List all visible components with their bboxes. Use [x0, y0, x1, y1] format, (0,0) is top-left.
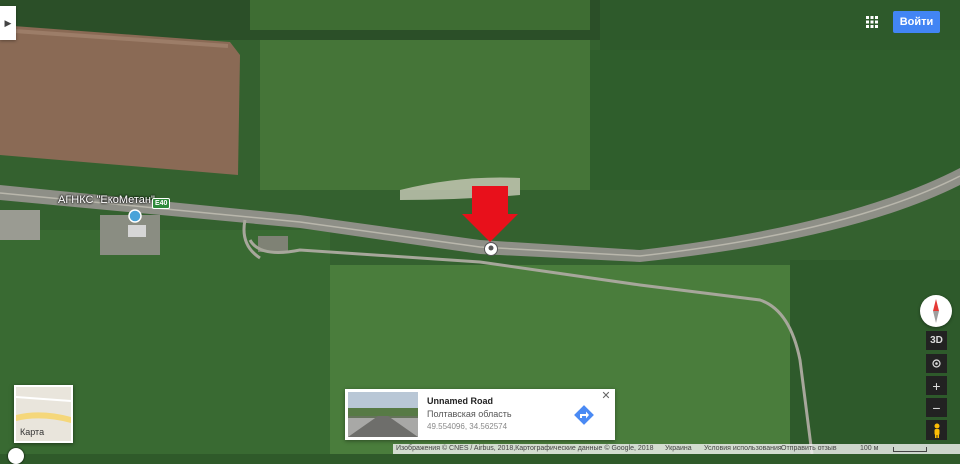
directions-icon[interactable] [573, 404, 595, 426]
expand-icon[interactable] [8, 448, 24, 464]
tilt-3d-button[interactable]: 3D [926, 331, 947, 350]
my-location-button[interactable] [926, 354, 947, 373]
terms-link[interactable]: Условия использования [704, 444, 782, 454]
place-label[interactable]: АГНКС "ЕкоМетан" [58, 194, 155, 206]
satellite-map[interactable] [0, 0, 960, 454]
my-location-icon [932, 359, 941, 368]
street-view-thumbnail[interactable] [348, 392, 418, 437]
info-card-title: Unnamed Road [427, 396, 494, 406]
poi-icon[interactable] [128, 209, 142, 223]
apps-button[interactable] [860, 11, 884, 33]
place-marker-icon[interactable] [484, 242, 498, 256]
signin-button[interactable]: Войти [893, 11, 940, 33]
scale-label[interactable]: 100 м [860, 444, 878, 454]
scale-bar [893, 447, 927, 452]
apps-grid-icon [866, 16, 878, 28]
zoom-out-button[interactable]: − [926, 398, 947, 417]
country-label: Украина [665, 445, 692, 452]
road-number-badge: E40 [152, 198, 171, 209]
info-card-coordinates[interactable]: 49.554096, 34.562574 [427, 422, 507, 431]
feedback-link[interactable]: Отправить отзыв [781, 444, 837, 454]
layer-switcher-label: Карта [20, 427, 45, 437]
compass-icon[interactable] [920, 295, 952, 327]
chevron-right-icon: ▶ [4, 17, 12, 28]
info-card-region: Полтавская область [427, 409, 512, 419]
imagery-attribution: Изображения © CNES / Airbus, 2018,Картог… [396, 445, 654, 452]
close-icon[interactable]: ✕ [600, 390, 612, 402]
pegman-icon[interactable] [926, 420, 947, 440]
location-info-card[interactable]: Unnamed Road Полтавская область 49.55409… [345, 389, 615, 440]
layer-switcher[interactable]: Карта [14, 385, 73, 443]
zoom-in-button[interactable]: + [926, 376, 947, 395]
collapse-panel-button[interactable]: ▶ [0, 6, 16, 40]
map-footer: Изображения © CNES / Airbus, 2018,Картог… [393, 444, 960, 454]
